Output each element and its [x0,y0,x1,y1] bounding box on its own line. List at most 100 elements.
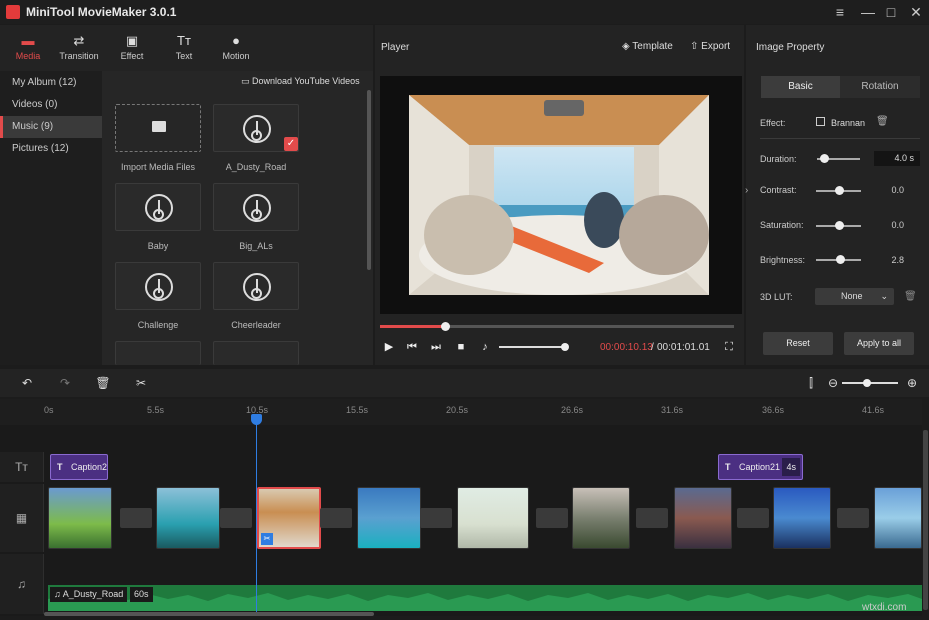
music-tile-challenge[interactable] [115,262,201,310]
menu-icon[interactable]: ≡ [826,2,854,22]
music-tile-partial[interactable] [213,341,299,365]
sidebar-item-pictures[interactable]: Pictures (12) [0,138,102,160]
fit-icon[interactable]: ⫿ [803,375,819,391]
video-clip[interactable] [674,487,732,549]
music-note-icon [243,194,271,222]
tab-media[interactable]: ▬ Media [2,25,54,71]
ruler-tick: 5.5s [147,405,164,415]
video-clip[interactable] [874,487,922,549]
timeline-horizontal-scrollbar[interactable] [44,612,374,616]
music-tile-big-als[interactable] [213,183,299,231]
sidebar-item-music[interactable]: Music (9) [0,116,102,138]
duration-handle[interactable] [820,154,829,163]
export-icon: ⇧ [690,41,701,52]
audio-duration: 60s [130,587,153,602]
music-tile-partial[interactable] [115,341,201,365]
music-label-big-als: Big_ALs [206,241,306,251]
fullscreen-button[interactable]: ⛶ [722,340,736,354]
media-scrollbar[interactable] [367,90,371,270]
ruler-tick: 41.6s [862,405,884,415]
delete-icon[interactable]: 🗑 [876,116,889,127]
checkmark-icon: ✓ [284,137,298,151]
total-time: 00:01:01.01 [657,342,710,353]
import-media-tile[interactable] [115,104,201,152]
apply-to-all-button[interactable]: Apply to all [844,332,914,355]
sidebar-item-videos[interactable]: Videos (0) [0,94,102,116]
transition-slot[interactable] [636,508,668,528]
reset-button[interactable]: Reset [763,332,833,355]
export-button[interactable]: ⇧ Export [690,41,730,52]
ruler-tick: 31.6s [661,405,683,415]
collapse-panel-icon[interactable]: › [745,185,753,205]
caption-clip[interactable]: TCaption214s [718,454,803,480]
lut-delete-icon[interactable]: 🗑 [904,291,917,302]
playhead-line [256,414,257,614]
video-clip[interactable] [773,487,831,549]
volume-handle[interactable] [561,343,569,351]
transition-slot[interactable] [536,508,568,528]
audio-clip[interactable] [48,585,922,611]
maximize-button[interactable]: □ [877,2,905,22]
delete-icon[interactable]: 🗑 [95,375,111,391]
saturation-handle[interactable] [835,221,844,230]
tab-effect-label: Effect [106,51,158,61]
split-icon[interactable]: ✂ [133,375,149,391]
music-tile-baby[interactable] [115,183,201,231]
video-clip-selected[interactable]: ✂ [257,487,321,549]
undo-icon[interactable]: ↶ [19,375,35,391]
video-clip[interactable] [457,487,529,549]
timeline-vertical-scrollbar[interactable] [923,430,928,610]
tab-text[interactable]: Tт Text [158,25,210,71]
next-frame-button[interactable]: ⏭ [429,340,443,354]
brightness-handle[interactable] [836,255,845,264]
volume-icon[interactable]: ♪ [478,340,492,354]
contrast-handle[interactable] [835,186,844,195]
music-tile-cheerleader[interactable] [213,262,299,310]
transition-icon: ⇄ [53,33,105,49]
audio-name: A_Dusty_Road [63,589,124,599]
ruler-tick: 0s [44,405,54,415]
volume-slider[interactable] [499,346,567,348]
transition-slot[interactable] [837,508,869,528]
previous-frame-button[interactable]: ⏮ [405,340,419,354]
video-track-header: ▦ [0,484,44,552]
stop-button[interactable]: ■ [454,340,468,354]
lut-label: 3D LUT: [760,292,793,302]
video-clip[interactable] [156,487,220,549]
zoom-handle[interactable] [863,379,871,387]
tab-rotation[interactable]: Rotation [840,76,920,98]
caption-label: Caption2 [71,462,107,472]
playhead-handle[interactable] [251,414,262,425]
music-tile-a-dusty-road[interactable]: ✓ [213,104,299,152]
tab-basic[interactable]: Basic [761,76,840,98]
transition-slot[interactable] [320,508,352,528]
zoom-in-icon[interactable]: ⊕ [904,375,920,391]
saturation-value: 0.0 [864,220,904,230]
transition-slot[interactable] [737,508,769,528]
play-button[interactable]: ▶ [382,340,396,354]
redo-icon[interactable]: ↷ [57,375,73,391]
download-youtube-link[interactable]: ▭ Download YouTube Videos [241,76,360,87]
caption-clip[interactable]: TCaption2 [50,454,108,480]
duration-input[interactable]: 4.0 s [874,151,920,166]
video-clip[interactable] [572,487,630,549]
sidebar-item-my-album[interactable]: My Album (12) [0,72,102,94]
video-clip[interactable] [48,487,112,549]
effect-value: Brannan [831,118,865,128]
zoom-out-icon[interactable]: ⊖ [825,375,841,391]
caption-duration: 4s [782,458,800,476]
progress-handle[interactable] [441,322,450,331]
close-button[interactable]: ✕ [902,2,929,22]
tab-effect[interactable]: ▣ Effect [106,25,158,71]
tab-motion[interactable]: ● Motion [210,25,262,71]
download-youtube-label: Download YouTube Videos [252,76,360,86]
transition-slot[interactable] [420,508,452,528]
tab-transition[interactable]: ⇄ Transition [53,25,105,71]
music-label-challenge: Challenge [108,320,208,330]
import-media-label: Import Media Files [108,162,208,172]
video-clip[interactable] [357,487,421,549]
lut-select[interactable]: None⌄ [815,288,894,305]
transition-slot[interactable] [120,508,152,528]
template-button[interactable]: ◈ Template [622,41,673,52]
transition-slot[interactable] [220,508,252,528]
